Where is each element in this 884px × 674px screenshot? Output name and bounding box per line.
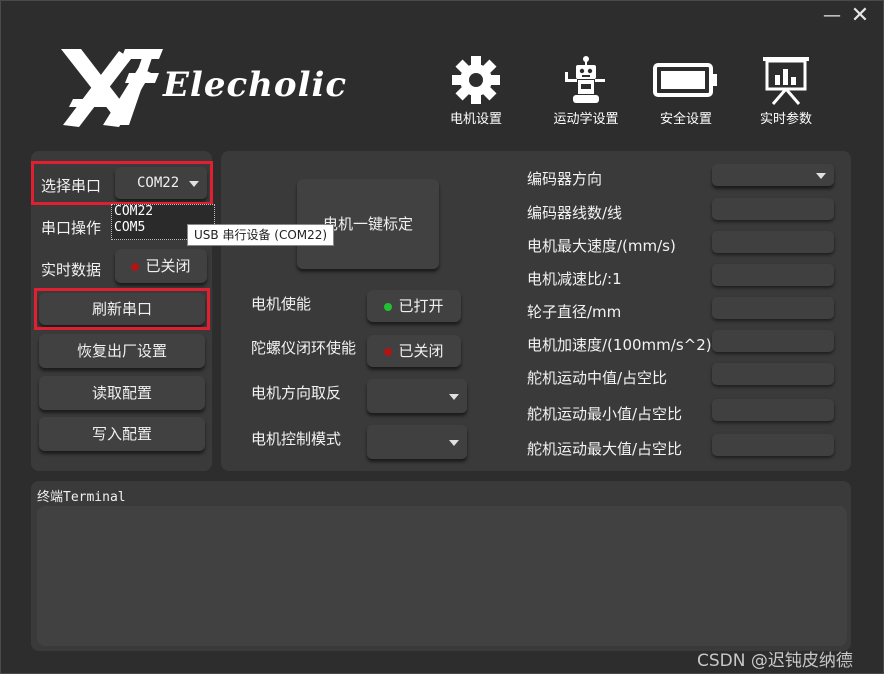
param-label: 电机加速度/(100mm/s^2) bbox=[527, 336, 712, 354]
chevron-down-icon bbox=[449, 440, 459, 446]
battery-icon bbox=[653, 63, 717, 97]
port-op-label: 串口操作 bbox=[41, 219, 102, 237]
motor-enable-toggle[interactable]: 已打开 bbox=[367, 290, 461, 322]
encoder-direction-select[interactable] bbox=[712, 164, 834, 186]
param-label: 编码器方向 bbox=[527, 170, 603, 188]
realtime-label: 实时数据 bbox=[41, 261, 102, 279]
status-on-icon bbox=[384, 302, 393, 311]
servo-min-input[interactable] bbox=[712, 399, 834, 421]
chevron-down-icon bbox=[816, 173, 826, 179]
port-tooltip: USB 串行设备 (COM22) bbox=[187, 224, 335, 246]
wheel-diameter-input[interactable] bbox=[712, 297, 834, 319]
nav-motor-settings[interactable]: 电机设置 bbox=[436, 55, 516, 127]
robot-icon bbox=[565, 56, 605, 103]
control-mode-select[interactable] bbox=[367, 425, 467, 459]
chevron-down-icon bbox=[449, 394, 459, 400]
write-config-button[interactable]: 写入配置 bbox=[39, 417, 205, 451]
terminal-title: 终端Terminal bbox=[37, 490, 126, 505]
acceleration-input[interactable] bbox=[712, 330, 834, 352]
port-option[interactable]: COM5 bbox=[114, 221, 145, 234]
param-label: 舵机运动最小值/占空比 bbox=[527, 405, 683, 423]
servo-max-input[interactable] bbox=[712, 434, 834, 456]
gear-icon bbox=[452, 56, 500, 104]
nav-safety-settings[interactable]: 安全设置 bbox=[646, 55, 726, 127]
presentation-chart-icon bbox=[763, 57, 809, 105]
gyro-state: 已关闭 bbox=[398, 342, 444, 360]
restore-factory-button[interactable]: 恢复出厂设置 bbox=[39, 334, 205, 368]
direction-label: 电机方向取反 bbox=[251, 384, 342, 402]
nav-label: 实时参数 bbox=[759, 112, 812, 127]
param-label: 电机最大速度/(mm/s) bbox=[527, 237, 676, 255]
nav-realtime-params[interactable]: 实时参数 bbox=[746, 55, 826, 127]
status-off-icon bbox=[131, 262, 140, 271]
servo-mid-input[interactable] bbox=[712, 363, 834, 385]
param-label: 轮子直径/mm bbox=[527, 303, 622, 321]
motor-enable-state: 已打开 bbox=[398, 297, 444, 315]
realtime-toggle-button[interactable]: 已关闭 bbox=[115, 249, 207, 283]
encoder-lines-input[interactable] bbox=[712, 198, 834, 220]
direction-select[interactable] bbox=[367, 379, 467, 413]
brand-name: Elecholic bbox=[163, 65, 348, 105]
read-config-button[interactable]: 读取配置 bbox=[39, 376, 205, 410]
max-speed-input[interactable] bbox=[712, 231, 834, 253]
minimize-button[interactable]: — bbox=[821, 5, 843, 27]
nav-label: 电机设置 bbox=[449, 112, 502, 127]
gyro-toggle[interactable]: 已关闭 bbox=[367, 335, 461, 367]
highlight-box bbox=[31, 161, 213, 205]
terminal-output[interactable] bbox=[37, 506, 847, 646]
realtime-state: 已关闭 bbox=[145, 257, 191, 275]
status-off-icon bbox=[384, 347, 393, 356]
param-label: 舵机运动中值/占空比 bbox=[527, 369, 668, 387]
nav-label: 安全设置 bbox=[659, 112, 712, 127]
nav-label: 运动学设置 bbox=[553, 112, 619, 127]
close-button[interactable]: ✕ bbox=[849, 5, 871, 27]
motor-enable-label: 电机使能 bbox=[251, 295, 312, 313]
param-label: 电机减速比/:1 bbox=[527, 270, 622, 288]
mode-label: 电机控制模式 bbox=[251, 430, 342, 448]
watermark: CSDN @迟钝皮纳德 bbox=[697, 651, 853, 671]
nav-kinematics-settings[interactable]: 运动学设置 bbox=[546, 55, 626, 127]
app-window: — ✕ Elecholic 电机设置 运动学设置 安全设置 实时参数 选择串口 … bbox=[0, 0, 884, 674]
reduction-ratio-input[interactable] bbox=[712, 264, 834, 286]
port-option[interactable]: COM22 bbox=[114, 205, 153, 218]
param-label: 编码器线数/线 bbox=[527, 204, 623, 222]
highlight-box bbox=[34, 288, 210, 330]
param-label: 舵机运动最大值/占空比 bbox=[527, 440, 683, 458]
gyro-label: 陀螺仪闭环使能 bbox=[251, 339, 357, 357]
